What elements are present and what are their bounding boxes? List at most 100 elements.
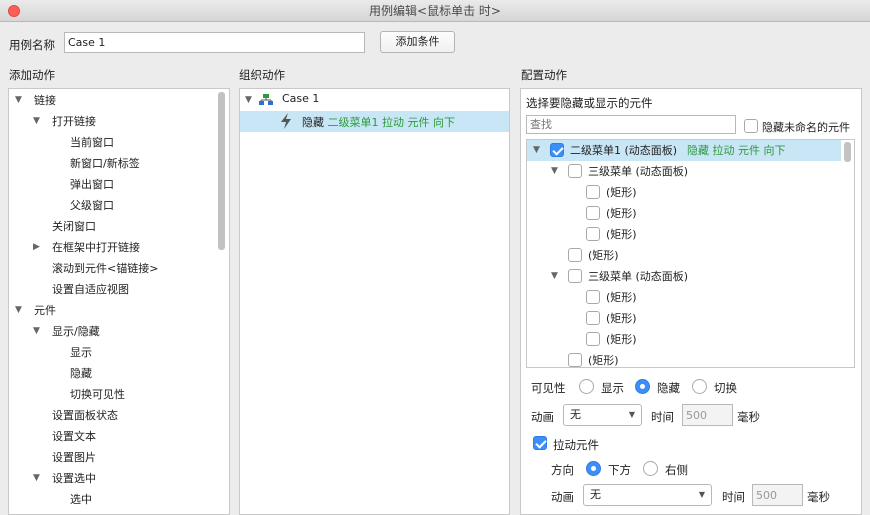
add-action-item-label: 显示 (70, 346, 92, 359)
widget-tree-row[interactable]: (矩形) (527, 203, 841, 224)
widget-label: (矩形) (606, 312, 637, 325)
widget-tree-row[interactable]: (矩形) (527, 350, 841, 367)
add-action-item[interactable]: 设置图片 (9, 447, 209, 468)
widget-tree-row[interactable]: (矩形) (527, 245, 841, 266)
lightning-icon (281, 113, 291, 129)
animation-select[interactable]: 无 ▼ (563, 404, 642, 426)
widget-checkbox[interactable] (586, 227, 600, 241)
widget-tree-row[interactable]: ▼ 三级菜单 (动态面板) (527, 161, 841, 182)
add-action-item[interactable]: 切换可见性 (9, 384, 209, 405)
widget-tree-row[interactable]: ▼ 二级菜单1 (动态面板) 隐藏 拉动 元件 向下 (527, 140, 841, 161)
add-action-item-label: 设置面板状态 (52, 409, 118, 422)
widget-checkbox[interactable] (586, 185, 600, 199)
widget-label: (矩形) (588, 354, 619, 367)
widget-tree-row[interactable]: (矩形) (527, 329, 841, 350)
widget-tree-row[interactable]: (矩形) (527, 182, 841, 203)
visibility-hide-radio[interactable] (635, 379, 650, 394)
direction-label: 方向 (551, 463, 574, 477)
action-row[interactable]: 隐藏 二级菜单1 拉动 元件 向下 (240, 111, 509, 132)
animation-time-input[interactable] (682, 404, 733, 426)
widget-checkbox[interactable] (586, 206, 600, 220)
expand-toggle-icon[interactable]: ▼ (33, 321, 40, 342)
add-action-item[interactable]: ▼ 显示/隐藏 (9, 321, 209, 342)
expand-toggle-icon[interactable]: ▼ (551, 266, 558, 287)
add-action-item[interactable]: 新窗口/新标签 (9, 153, 209, 174)
visibility-toggle-label: 切换 (714, 381, 737, 395)
direction-below-radio[interactable] (586, 461, 601, 476)
expand-toggle-icon[interactable]: ▼ (15, 300, 22, 321)
expand-toggle-icon[interactable]: ▼ (15, 90, 22, 111)
widget-tree-scrollbar[interactable] (844, 142, 851, 162)
add-action-item[interactable]: 当前窗口 (9, 132, 209, 153)
push-animation-time-input[interactable] (752, 484, 803, 506)
add-action-item-label: 设置选中 (52, 472, 96, 485)
widget-checkbox[interactable] (586, 290, 600, 304)
add-action-item[interactable]: 显示 (9, 342, 209, 363)
search-input[interactable] (526, 115, 736, 134)
add-action-item[interactable]: 弹出窗口 (9, 174, 209, 195)
widget-tree-row[interactable]: (矩形) (527, 287, 841, 308)
add-action-item[interactable]: 滚动到元件<锚链接> (9, 258, 209, 279)
action-verb: 隐藏 (302, 116, 324, 129)
add-action-item-label: 打开链接 (52, 115, 96, 128)
widget-label: 三级菜单 (动态面板) (588, 165, 689, 178)
add-action-item[interactable]: 设置自适应视图 (9, 279, 209, 300)
add-action-item-label: 隐藏 (70, 367, 92, 380)
organize-action-title: 组织动作 (239, 68, 285, 82)
widget-checkbox[interactable] (586, 332, 600, 346)
collapse-case-icon[interactable]: ▼ (245, 95, 252, 105)
add-action-item-label: 滚动到元件<锚链接> (52, 262, 159, 275)
expand-toggle-icon[interactable]: ▼ (33, 111, 40, 132)
add-action-item[interactable]: ▶ 在框架中打开链接 (9, 237, 209, 258)
close-window-button[interactable] (8, 5, 20, 17)
animation-value: 无 (570, 408, 581, 421)
widget-checkbox[interactable] (568, 353, 582, 367)
add-action-item[interactable]: ▼ 打开链接 (9, 111, 209, 132)
push-animation-time-label: 时间 (722, 490, 745, 504)
add-action-item[interactable]: ▼ 元件 (9, 300, 209, 321)
case-label: Case 1 (282, 92, 320, 105)
expand-toggle-icon[interactable]: ▶ (33, 237, 40, 258)
push-animation-label: 动画 (551, 490, 574, 504)
add-action-item[interactable]: ▼ 链接 (9, 90, 209, 111)
add-condition-button[interactable]: 添加条件 (380, 31, 455, 53)
widget-tree-row[interactable]: ▼ 三级菜单 (动态面板) (527, 266, 841, 287)
widget-label: (矩形) (606, 333, 637, 346)
add-action-item[interactable]: 选中 (9, 489, 209, 510)
widget-checkbox[interactable] (550, 143, 564, 157)
push-widgets-checkbox[interactable] (533, 436, 547, 450)
add-action-item[interactable]: 设置面板状态 (9, 405, 209, 426)
add-action-item[interactable]: 隐藏 (9, 363, 209, 384)
case-name-input[interactable] (64, 32, 365, 53)
add-action-scrollbar[interactable] (218, 92, 225, 250)
expand-toggle-icon[interactable]: ▼ (533, 140, 540, 161)
widget-checkbox[interactable] (568, 248, 582, 262)
widget-checkbox[interactable] (586, 311, 600, 325)
direction-below-label: 下方 (608, 463, 631, 477)
add-action-item-label: 关闭窗口 (52, 220, 96, 233)
action-detail: 二级菜单1 拉动 元件 向下 (327, 116, 456, 129)
push-animation-select[interactable]: 无 ▼ (583, 484, 712, 506)
widget-checkbox[interactable] (568, 164, 582, 178)
title-bar: 用例编辑<鼠标单击 时> (0, 0, 870, 22)
add-action-item[interactable]: ▼ 设置选中 (9, 468, 209, 489)
visibility-toggle-radio[interactable] (692, 379, 707, 394)
window-title: 用例编辑<鼠标单击 时> (369, 4, 501, 18)
add-action-item[interactable]: 设置文本 (9, 426, 209, 447)
hide-unnamed-checkbox[interactable] (744, 119, 758, 133)
direction-right-radio[interactable] (643, 461, 658, 476)
chevron-down-icon: ▼ (628, 410, 635, 419)
chevron-down-icon: ▼ (698, 490, 705, 499)
visibility-show-radio[interactable] (579, 379, 594, 394)
animation-time-label: 时间 (651, 410, 674, 424)
widget-label: (矩形) (606, 207, 637, 220)
widget-tree-row[interactable]: (矩形) (527, 224, 841, 245)
add-action-item[interactable]: 关闭窗口 (9, 216, 209, 237)
add-action-item[interactable]: 父级窗口 (9, 195, 209, 216)
add-action-item-label: 设置文本 (52, 430, 96, 443)
expand-toggle-icon[interactable]: ▼ (551, 161, 558, 182)
organize-action-panel: ▼ Case 1 隐藏 二级菜单1 拉动 元件 向下 (239, 88, 510, 515)
expand-toggle-icon[interactable]: ▼ (33, 468, 40, 489)
widget-tree-row[interactable]: (矩形) (527, 308, 841, 329)
widget-checkbox[interactable] (568, 269, 582, 283)
